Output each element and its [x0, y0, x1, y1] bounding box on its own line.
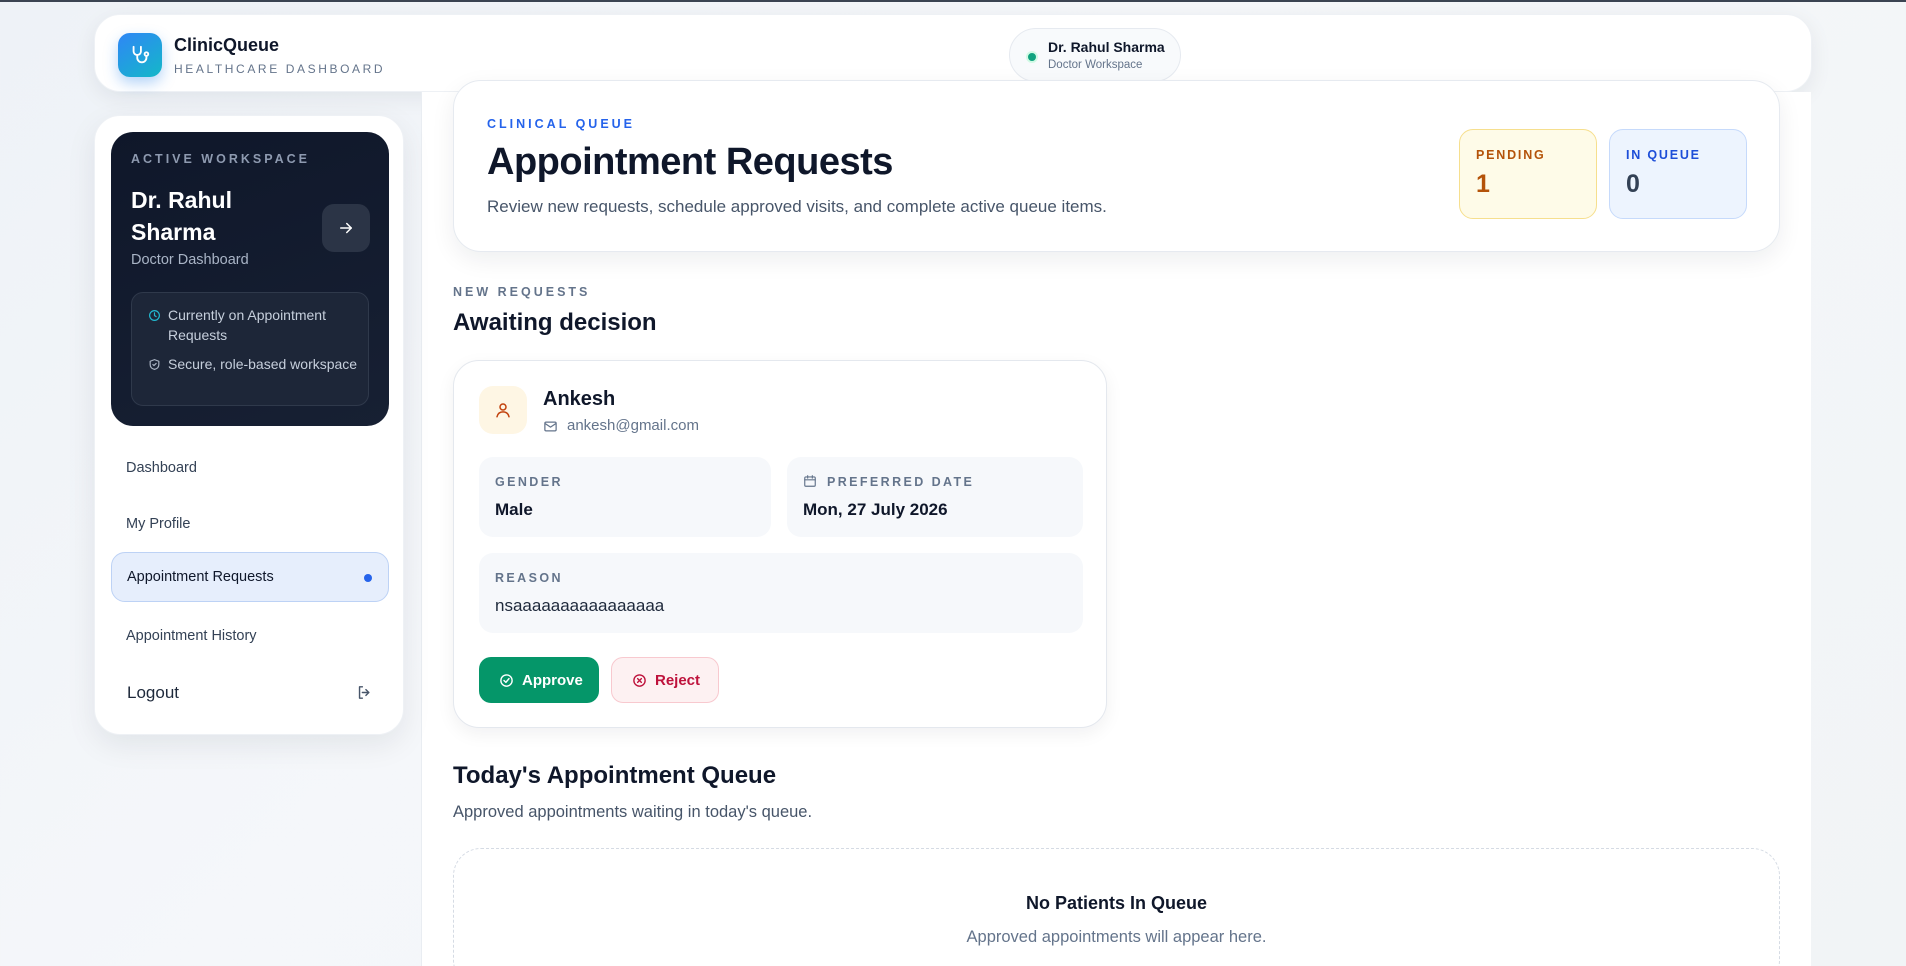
- window-top-border: [0, 0, 1906, 2]
- queue-description: Approved appointments waiting in today's…: [453, 803, 813, 821]
- calendar-icon: [804, 475, 816, 487]
- workspace-info-secure: Secure, role-based workspace: [148, 354, 358, 374]
- user-name: Dr. Rahul Sharma: [1048, 39, 1165, 55]
- in-queue-label: IN QUEUE: [1626, 148, 1701, 162]
- brand-name: ClinicQueue: [174, 35, 280, 55]
- gender-field: GENDER Male: [479, 457, 771, 537]
- sidebar-item-my-profile[interactable]: My Profile: [111, 500, 389, 550]
- sidebar-item-label: Dashboard: [126, 460, 197, 476]
- pending-count: 1: [1476, 170, 1490, 198]
- new-requests-kicker: NEW REQUESTS: [453, 285, 591, 299]
- reason-field: REASON nsaaaaaaaaaaaaaaaa: [479, 553, 1083, 633]
- approve-button[interactable]: Approve: [479, 657, 599, 703]
- user-avatar-icon: [479, 386, 527, 434]
- preferred-date-value: Mon, 27 July 2026: [803, 500, 948, 519]
- appointment-request-card: Ankesh ankesh@gmail.com GENDER Male PREF…: [453, 360, 1107, 728]
- active-indicator-icon: [364, 574, 372, 582]
- pending-label: PENDING: [1476, 148, 1546, 162]
- workspace-role: Doctor Dashboard: [131, 252, 249, 268]
- page-description: Review new requests, schedule approved v…: [487, 197, 1107, 216]
- logout-icon: [358, 686, 370, 699]
- sidebar-item-label: Appointment History: [126, 628, 257, 644]
- shield-icon: [149, 359, 160, 370]
- x-circle-icon: [632, 673, 647, 688]
- approve-label: Approve: [522, 671, 583, 689]
- reason-value: nsaaaaaaaaaaaaaaaa: [495, 596, 665, 615]
- workspace-info-box: Currently on Appointment Requests Secure…: [131, 292, 369, 406]
- preferred-date-label: PREFERRED DATE: [827, 475, 975, 489]
- online-status-icon: [1026, 51, 1038, 63]
- stethoscope-icon: [118, 33, 162, 77]
- new-requests-title: Awaiting decision: [453, 309, 657, 336]
- sidebar-item-dashboard[interactable]: Dashboard: [111, 444, 389, 494]
- sidebar-item-appointment-requests[interactable]: Appointment Requests: [111, 552, 389, 602]
- empty-description: Approved appointments will appear here.: [966, 928, 1267, 946]
- clock-icon: [149, 310, 160, 321]
- empty-title: No Patients In Queue: [1025, 893, 1208, 913]
- sidebar-item-label: Appointment Requests: [127, 569, 274, 585]
- brand-subtitle: HEALTHCARE DASHBOARD: [174, 62, 386, 76]
- page-header-card: CLINICAL QUEUE Appointment Requests Revi…: [453, 80, 1780, 252]
- reason-label: REASON: [495, 571, 563, 585]
- page-kicker: CLINICAL QUEUE: [487, 117, 636, 131]
- sidebar-item-label: My Profile: [126, 516, 191, 532]
- page-title: Appointment Requests: [487, 141, 893, 183]
- sidebar-item-appointment-history[interactable]: Appointment History: [111, 612, 389, 662]
- logout-button[interactable]: Logout: [111, 668, 389, 718]
- pending-stat-card: PENDING 1: [1459, 129, 1597, 219]
- reject-button[interactable]: Reject: [611, 657, 719, 703]
- gender-label: GENDER: [495, 475, 563, 489]
- reject-label: Reject: [655, 671, 701, 689]
- in-queue-count: 0: [1626, 170, 1640, 198]
- check-circle-icon: [499, 673, 514, 688]
- patient-email: ankesh@gmail.com: [543, 417, 699, 434]
- logout-label: Logout: [127, 683, 179, 702]
- patient-name: Ankesh: [543, 388, 616, 410]
- workspace-info-current: Currently on Appointment Requests: [148, 305, 358, 345]
- user-role: Doctor Workspace: [1048, 59, 1143, 71]
- workspace-name: Dr. Rahul Sharma: [131, 187, 232, 245]
- active-workspace-card: ACTIVE WORKSPACE Dr. Rahul Sharma Doctor…: [111, 132, 389, 426]
- queue-title: Today's Appointment Queue: [453, 762, 777, 789]
- arrow-right-icon: [340, 222, 352, 234]
- workspace-open-button[interactable]: [322, 204, 370, 252]
- queue-empty-state: No Patients In Queue Approved appointmen…: [453, 848, 1780, 966]
- user-badge[interactable]: Dr. Rahul Sharma Doctor Workspace: [1009, 28, 1181, 82]
- sidebar: ACTIVE WORKSPACE Dr. Rahul Sharma Doctor…: [94, 115, 404, 735]
- in-queue-stat-card: IN QUEUE 0: [1609, 129, 1747, 219]
- mail-icon: [544, 421, 557, 432]
- gender-value: Male: [495, 500, 533, 519]
- workspace-kicker: ACTIVE WORKSPACE: [131, 152, 311, 166]
- preferred-date-field: PREFERRED DATE Mon, 27 July 2026: [787, 457, 1083, 537]
